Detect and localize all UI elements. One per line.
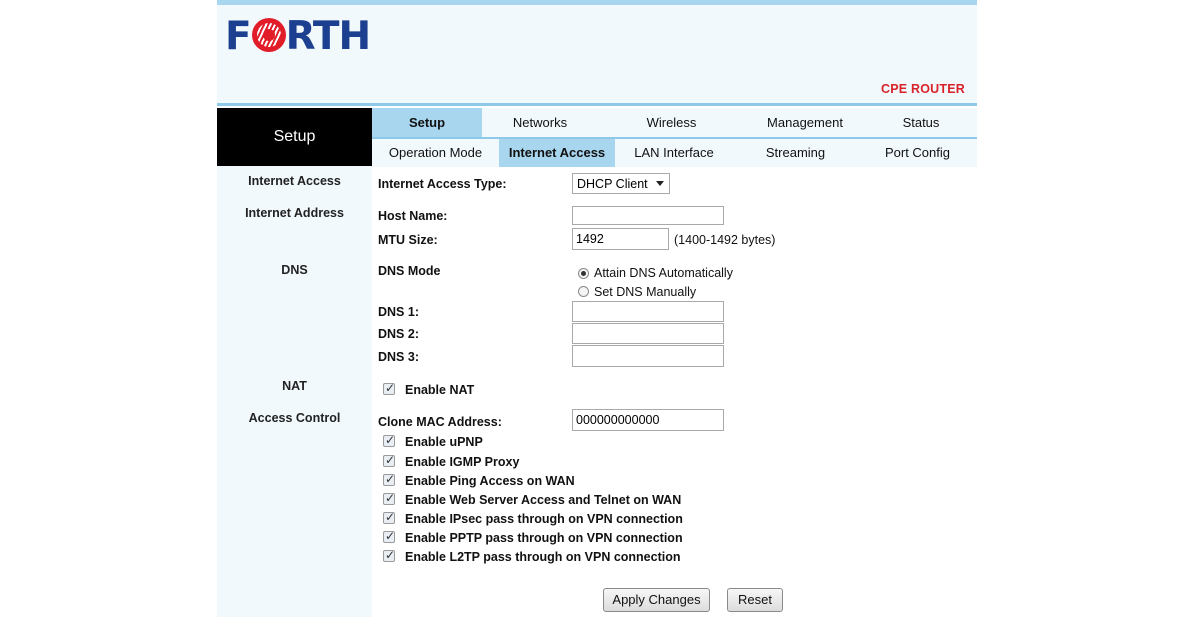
sidebar-title: Setup <box>217 108 372 166</box>
header: F RTH CPE ROUTER <box>217 5 977 103</box>
section-label-dns: DNS <box>281 263 308 277</box>
dns-manual-radio[interactable] <box>578 286 589 297</box>
dns3-input[interactable] <box>572 345 724 367</box>
dns-manual-label: Set DNS Manually <box>594 285 697 299</box>
subtab-lan-interface[interactable]: LAN Interface <box>615 139 733 167</box>
tab-management[interactable]: Management <box>745 108 865 137</box>
clone-mac-input[interactable] <box>572 409 724 431</box>
option-web-telnet-wan-checkbox[interactable] <box>383 491 395 505</box>
option-l2tp-passthrough-checkbox[interactable] <box>383 548 395 562</box>
mtu-size-label: MTU Size: <box>378 233 438 247</box>
main-nav: Setup Networks Wireless Management Statu… <box>372 108 977 139</box>
option-ipsec-passthrough-checkbox[interactable] <box>383 510 395 524</box>
section-label-access-control: Access Control <box>248 411 341 425</box>
sidebar: Internet Access Internet Address DNS NAT… <box>217 166 372 617</box>
access-type-label: Internet Access Type: <box>378 177 507 191</box>
section-label-internet-address: Internet Address <box>245 206 344 220</box>
sub-nav: Operation Mode Internet Access LAN Inter… <box>372 139 977 167</box>
option-pptp-passthrough-checkbox[interactable] <box>383 529 395 543</box>
access-type-value: DHCP Client <box>577 176 648 191</box>
option-pptp-passthrough-label: Enable PPTP pass through on VPN connecti… <box>405 531 683 545</box>
option-igmp-proxy-checkbox[interactable] <box>383 453 395 467</box>
access-type-select[interactable]: DHCP Client <box>572 173 670 194</box>
tab-setup[interactable]: Setup <box>372 108 482 137</box>
header-divider <box>217 103 977 106</box>
subtab-port-config[interactable]: Port Config <box>858 139 977 167</box>
option-web-telnet-wan-label: Enable Web Server Access and Telnet on W… <box>405 493 682 507</box>
chevron-down-icon <box>655 181 664 186</box>
section-label-nat: NAT <box>282 379 307 393</box>
dns-auto-label: Attain DNS Automatically <box>594 266 733 280</box>
router-page: F RTH CPE ROUTER Setup Internet Access In… <box>217 0 977 617</box>
apply-changes-button[interactable]: Apply Changes <box>603 588 710 612</box>
dns-mode-label: DNS Mode <box>378 264 441 278</box>
subtab-internet-access[interactable]: Internet Access <box>499 139 615 167</box>
settings-form: Internet Access Type: DHCP Client Host N… <box>372 167 977 617</box>
host-name-input[interactable] <box>572 206 724 225</box>
reset-button[interactable]: Reset <box>727 588 783 612</box>
option-upnp-checkbox[interactable] <box>383 433 395 447</box>
enable-nat-label: Enable NAT <box>405 383 475 397</box>
clone-mac-label: Clone MAC Address: <box>378 415 502 429</box>
product-tagline: CPE ROUTER <box>881 82 965 96</box>
option-ping-wan-label: Enable Ping Access on WAN <box>405 474 575 488</box>
option-upnp-label: Enable uPNP <box>405 435 483 449</box>
dns1-label: DNS 1: <box>378 305 419 319</box>
dns3-label: DNS 3: <box>378 350 419 364</box>
option-ping-wan-checkbox[interactable] <box>383 472 395 486</box>
host-name-label: Host Name: <box>378 209 448 223</box>
enable-nat-checkbox[interactable] <box>383 381 395 395</box>
option-igmp-proxy-label: Enable IGMP Proxy <box>405 455 520 469</box>
dns-auto-radio[interactable] <box>578 268 589 279</box>
forth-logo: F RTH <box>225 14 371 59</box>
section-label-internet-access: Internet Access <box>248 174 341 188</box>
option-l2tp-passthrough-label: Enable L2TP pass through on VPN connecti… <box>405 550 681 564</box>
mtu-size-input[interactable] <box>572 228 669 250</box>
option-ipsec-passthrough-label: Enable IPsec pass through on VPN connect… <box>405 512 683 526</box>
mtu-size-hint: (1400-1492 bytes) <box>674 233 776 247</box>
dns2-input[interactable] <box>572 323 724 344</box>
tab-wireless[interactable]: Wireless <box>598 108 745 137</box>
tab-networks[interactable]: Networks <box>482 108 598 137</box>
tab-status[interactable]: Status <box>865 108 977 137</box>
dns2-label: DNS 2: <box>378 327 419 341</box>
subtab-streaming[interactable]: Streaming <box>733 139 858 167</box>
logo-globe-icon <box>251 18 286 52</box>
dns1-input[interactable] <box>572 301 724 322</box>
subtab-operation-mode[interactable]: Operation Mode <box>372 139 499 167</box>
